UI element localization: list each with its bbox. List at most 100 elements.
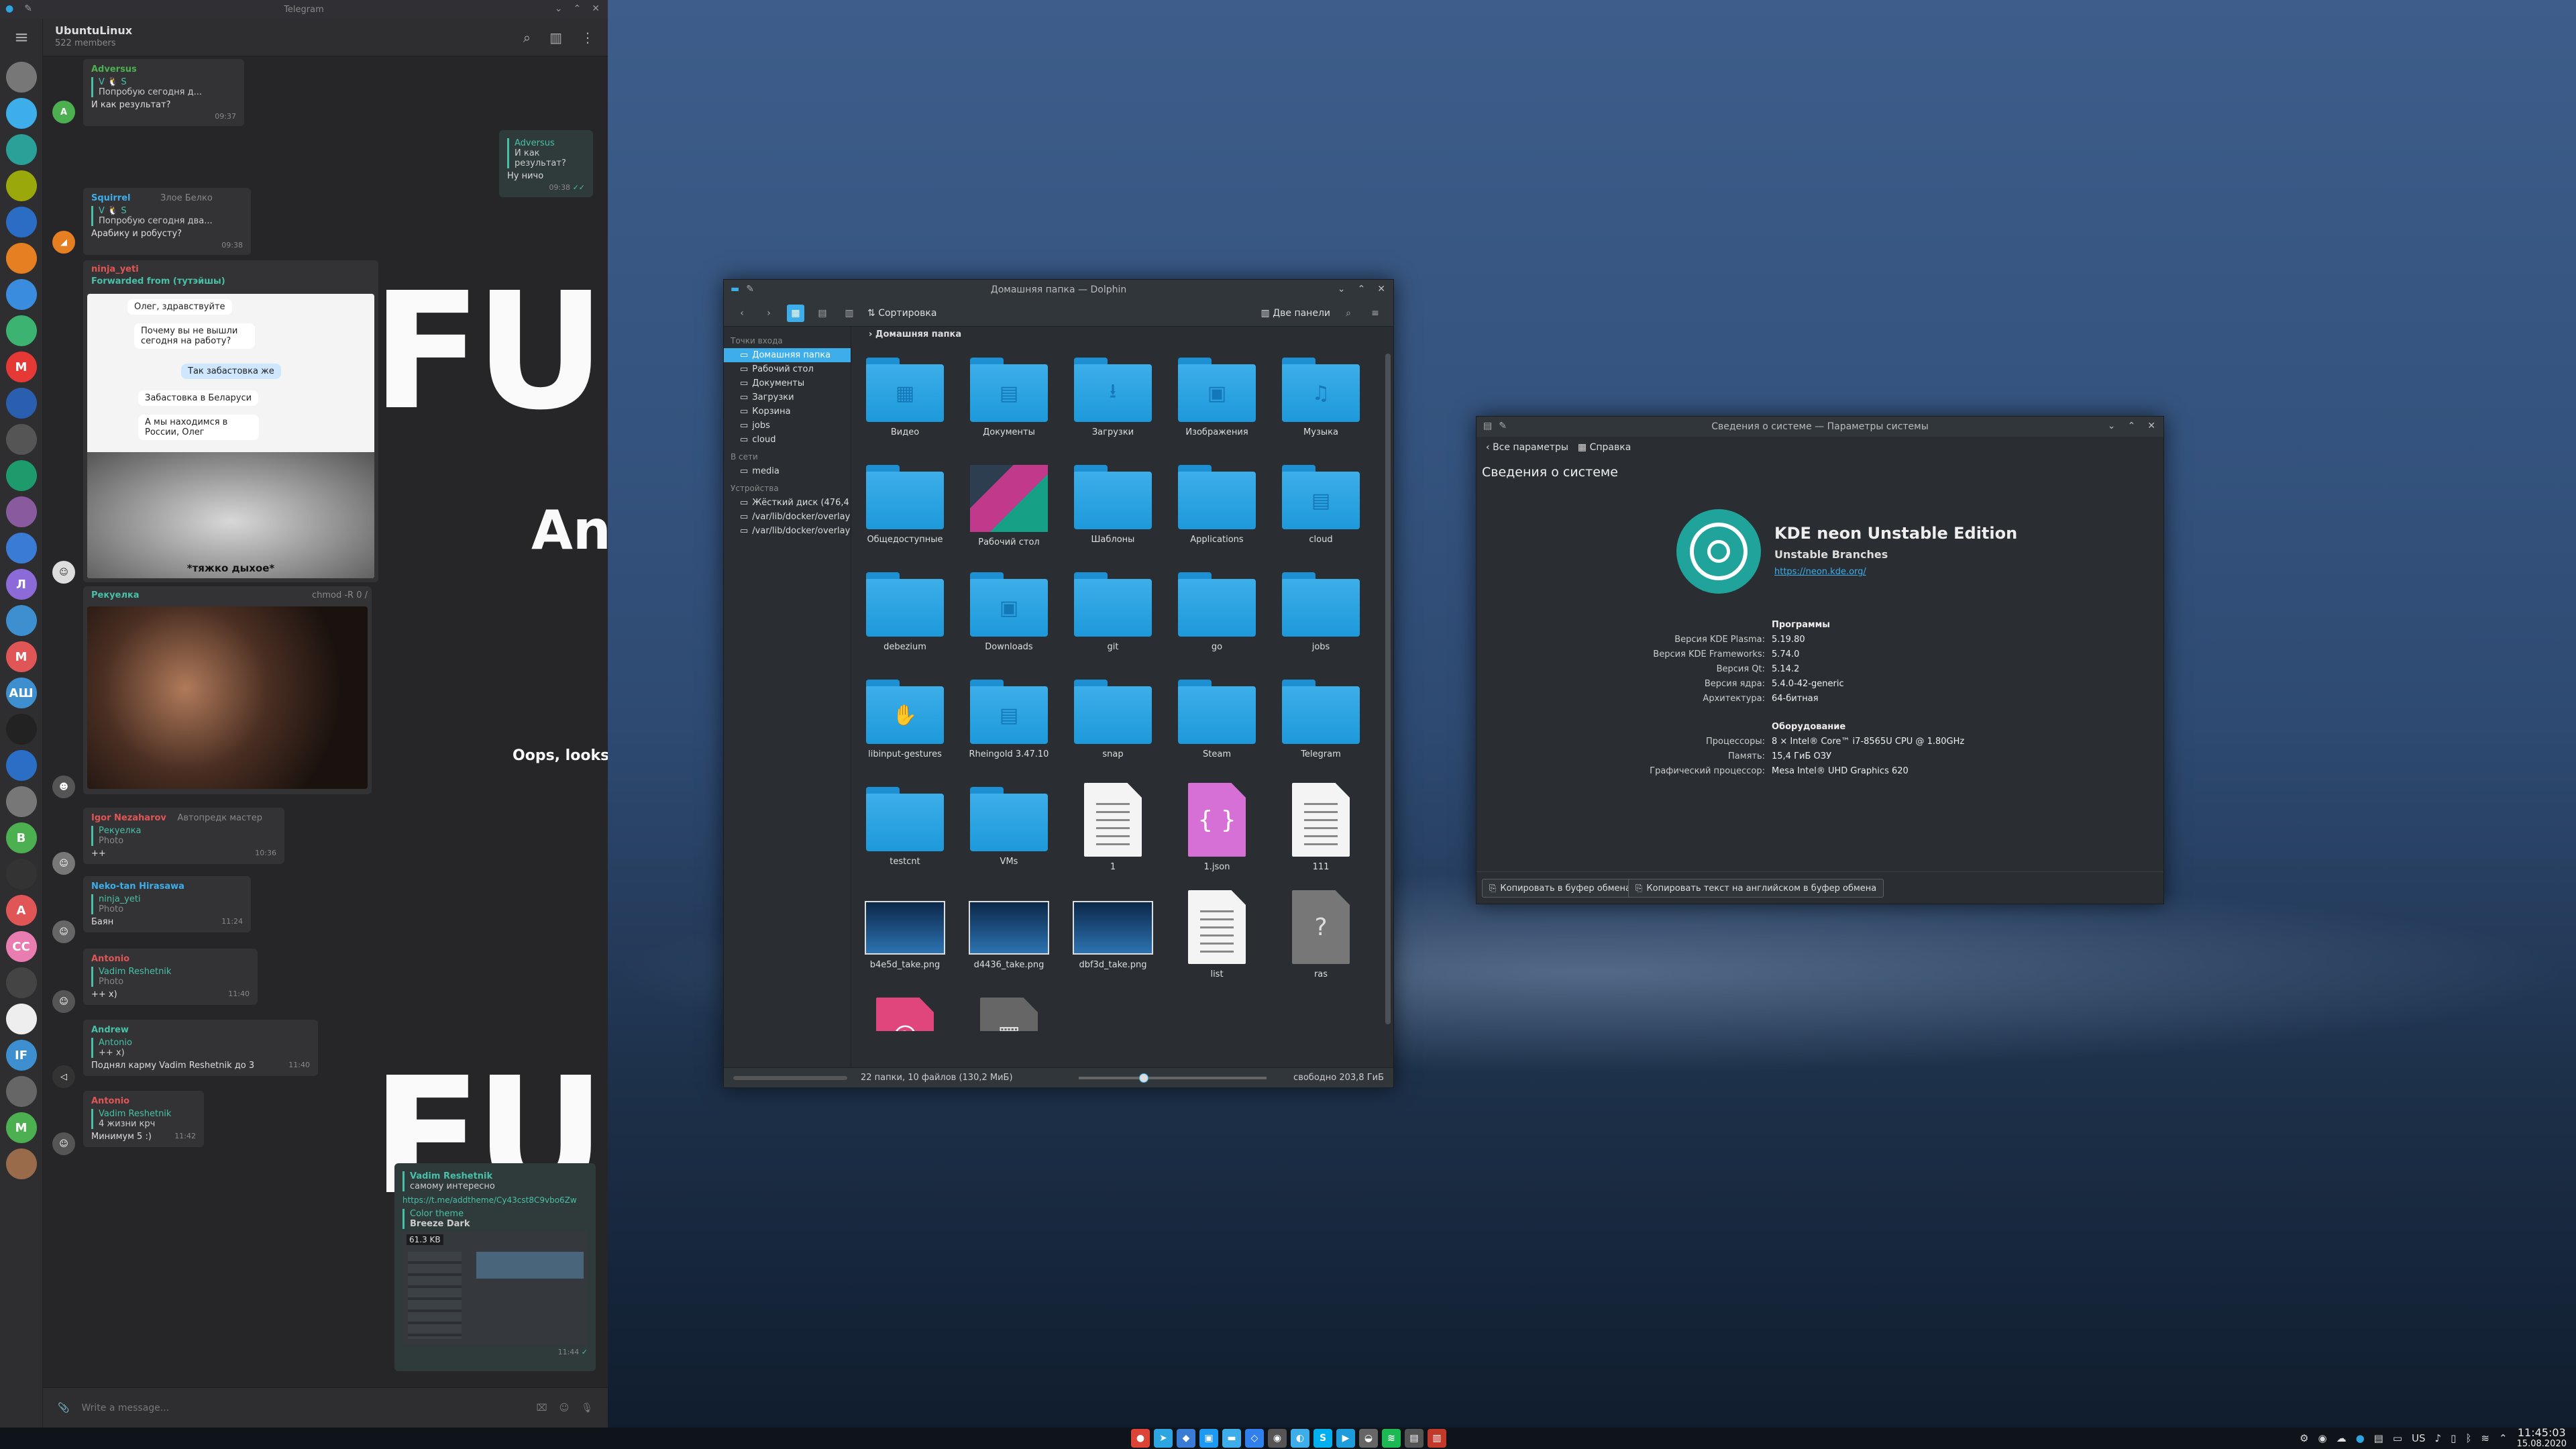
chat-header[interactable]: UbuntuLinux 522 members ⌕ ▥ ⋮ xyxy=(43,19,608,56)
file-item[interactable]: Общедоступные xyxy=(858,461,952,568)
chat-list-item-avatar[interactable] xyxy=(5,605,37,636)
chat-list-item-avatar[interactable] xyxy=(5,134,37,165)
places-item[interactable]: ▭ Корзина xyxy=(724,405,851,419)
taskbar-app-icon[interactable]: ➤ xyxy=(1154,1429,1173,1448)
compact-view-icon[interactable]: ▤ xyxy=(814,305,831,322)
chat-list-item-avatar[interactable]: A xyxy=(5,895,37,926)
forwarded-photo-message[interactable]: ninja_yeti Forwarded from (тутэйшы) Олег… xyxy=(83,260,378,582)
chat-list-item-avatar[interactable]: Л xyxy=(5,569,37,600)
chat-list-item-avatar[interactable] xyxy=(5,786,37,817)
file-item[interactable]: 111 xyxy=(1274,783,1368,890)
chat-list-item-avatar[interactable] xyxy=(5,859,37,890)
message[interactable]: Igor Nezaharov Автопредк мастер Рекуелка… xyxy=(83,808,284,864)
file-item[interactable]: ▣ Изображения xyxy=(1170,354,1264,461)
file-item[interactable]: go xyxy=(1170,568,1264,676)
chat-list-item-avatar[interactable] xyxy=(5,1076,37,1107)
help-button[interactable]: ▦ Справка xyxy=(1578,442,1631,453)
chat-list-item-avatar[interactable] xyxy=(5,424,37,455)
places-item[interactable]: ▭ Рабочий стол xyxy=(724,362,851,376)
message[interactable]: Neko-tan Hirasawa ninja_yeti Photo Баян 11… xyxy=(83,876,251,932)
settings-tray-icon[interactable]: ⚙ xyxy=(2300,1432,2308,1444)
file-item[interactable]: ✋ libinput-gestures xyxy=(858,676,952,783)
outgoing-theme-message[interactable]: Vadim Reshetnik самому интересно https://… xyxy=(394,1163,596,1371)
display-tray-icon[interactable]: ▭ xyxy=(2393,1432,2402,1444)
digital-clock[interactable]: 11:45:03 15.08.2020 xyxy=(2517,1428,2567,1449)
chevron-up-icon[interactable]: ⌃ xyxy=(2499,1432,2508,1444)
theme-link[interactable]: https://t.me/addtheme/Cy43cst8C9vbo6Zw xyxy=(402,1195,588,1205)
file-item[interactable]: ▣ Downloads xyxy=(962,568,1056,676)
file-item[interactable]: Applications xyxy=(1170,461,1264,568)
chat-list-item-avatar[interactable] xyxy=(5,496,37,527)
taskbar-app-icon[interactable]: ▣ xyxy=(1199,1429,1218,1448)
zoom-slider-handle[interactable] xyxy=(1139,1073,1149,1083)
file-item[interactable]: Рабочий стол xyxy=(962,461,1056,568)
avatar[interactable]: ◢ xyxy=(52,231,75,254)
places-item[interactable]: ▭Жёсткий диск (476,4 ГиБ) xyxy=(724,496,851,510)
close-icon[interactable]: ✕ xyxy=(592,3,600,14)
split-view-button[interactable]: ▥ Две панели xyxy=(1261,308,1331,319)
chat-list-item-avatar[interactable]: M xyxy=(5,641,37,672)
search-icon[interactable]: ⌕ xyxy=(1340,305,1357,322)
chat-list-item-avatar[interactable] xyxy=(5,1004,37,1034)
avatar[interactable]: ☺ xyxy=(52,990,75,1013)
avatar[interactable]: ☻ xyxy=(52,775,75,798)
bluetooth-icon[interactable]: ᛒ xyxy=(2465,1432,2471,1444)
horizontal-scrollbar[interactable] xyxy=(733,1075,847,1080)
taskbar-app-icon[interactable]: ▤ xyxy=(1405,1429,1424,1448)
avatar[interactable]: A xyxy=(52,101,75,123)
clipboard-icon[interactable]: ▯ xyxy=(2451,1432,2456,1444)
file-item[interactable]: ▤ Rheingold 3.47.10 xyxy=(962,676,1056,783)
meme-image[interactable]: Олег, здравствуйте Почему вы не вышли се… xyxy=(87,294,374,578)
photo-message[interactable]: Рекуелка chmod -R 0 / xyxy=(83,586,372,794)
message[interactable]: Antonio Vadim Reshetnik Photo ++ x) 11:40 xyxy=(83,949,258,1005)
taskbar-app-icon[interactable]: ● xyxy=(1131,1429,1150,1448)
chat-list-item-avatar[interactable] xyxy=(5,967,37,998)
taskbar-app-icon[interactable]: ▥ xyxy=(1428,1429,1446,1448)
file-item[interactable]: ? ras xyxy=(1274,890,1368,998)
commands-icon[interactable]: ⌧ xyxy=(536,1403,547,1413)
pin-icon[interactable]: ✎ xyxy=(24,3,32,14)
menu-icon[interactable]: ≡ xyxy=(1366,305,1384,322)
chat-list-item-avatar[interactable] xyxy=(5,207,37,237)
chat-messages[interactable]: FU Any Oops, looks lik FU A Adversus V 🐧… xyxy=(43,56,608,1387)
minimize-icon[interactable]: ⌄ xyxy=(1338,284,1346,294)
sort-button[interactable]: ⇅ Сортировка xyxy=(867,308,936,319)
places-item[interactable]: ▭ Загрузки xyxy=(724,390,851,405)
file-item[interactable]: VMs xyxy=(962,783,1056,890)
icons-view-icon[interactable]: ▦ xyxy=(787,304,804,322)
places-item[interactable]: ▭ media xyxy=(724,464,851,478)
chat-list-item-avatar[interactable]: IF xyxy=(5,1040,37,1071)
search-icon[interactable]: ⌕ xyxy=(523,30,531,46)
file-item[interactable]: d4436_take.png xyxy=(962,890,1056,998)
message-input[interactable]: Write a message... xyxy=(81,1403,524,1413)
file-item[interactable]: snap xyxy=(1066,676,1160,783)
more-options-icon[interactable]: ⋮ xyxy=(581,30,594,46)
file-item[interactable]: ⭳ Загрузки xyxy=(1066,354,1160,461)
media-tray-icon[interactable]: ◉ xyxy=(2318,1432,2326,1444)
emoji-icon[interactable]: ☺ xyxy=(559,1403,570,1413)
file-item[interactable]: list xyxy=(1170,890,1264,998)
file-item[interactable]: debezium xyxy=(858,568,952,676)
maximize-icon[interactable]: ⌃ xyxy=(574,3,582,14)
pin-icon[interactable]: ✎ xyxy=(746,284,754,294)
chat-list-item-avatar[interactable] xyxy=(5,750,37,781)
back-arrow-icon[interactable]: ‹ xyxy=(733,305,751,322)
cloud-tray-icon[interactable]: ☁ xyxy=(2337,1432,2347,1444)
taskbar-app-icon[interactable]: ◒ xyxy=(1359,1429,1378,1448)
file-item[interactable]: ▦ Видео xyxy=(858,354,952,461)
taskbar-app-icon[interactable]: S xyxy=(1313,1429,1332,1448)
message[interactable]: Squirrel Злое Белко V 🐧 S Попробую сегодн… xyxy=(83,188,251,255)
file-item[interactable]: @ xyxy=(858,998,952,1031)
file-item[interactable]: dbf3d_take.png xyxy=(1066,890,1160,998)
places-item[interactable]: ▭ Документы xyxy=(724,376,851,390)
distro-url-link[interactable]: https://neon.kde.org/ xyxy=(1774,567,1866,577)
file-item[interactable]: b4e5d_take.png xyxy=(858,890,952,998)
zoom-slider[interactable] xyxy=(1079,1073,1267,1083)
file-item[interactable]: git xyxy=(1066,568,1160,676)
file-item[interactable]: testcnt xyxy=(858,783,952,890)
message[interactable]: Andrew Antonio ++ x) Поднял карму Vadim R… xyxy=(83,1020,318,1076)
close-icon[interactable]: ✕ xyxy=(1377,284,1385,294)
chat-list-item-avatar[interactable] xyxy=(5,388,37,419)
file-item[interactable]: Шаблоны xyxy=(1066,461,1160,568)
chat-list-item-avatar[interactable]: M xyxy=(5,352,37,382)
